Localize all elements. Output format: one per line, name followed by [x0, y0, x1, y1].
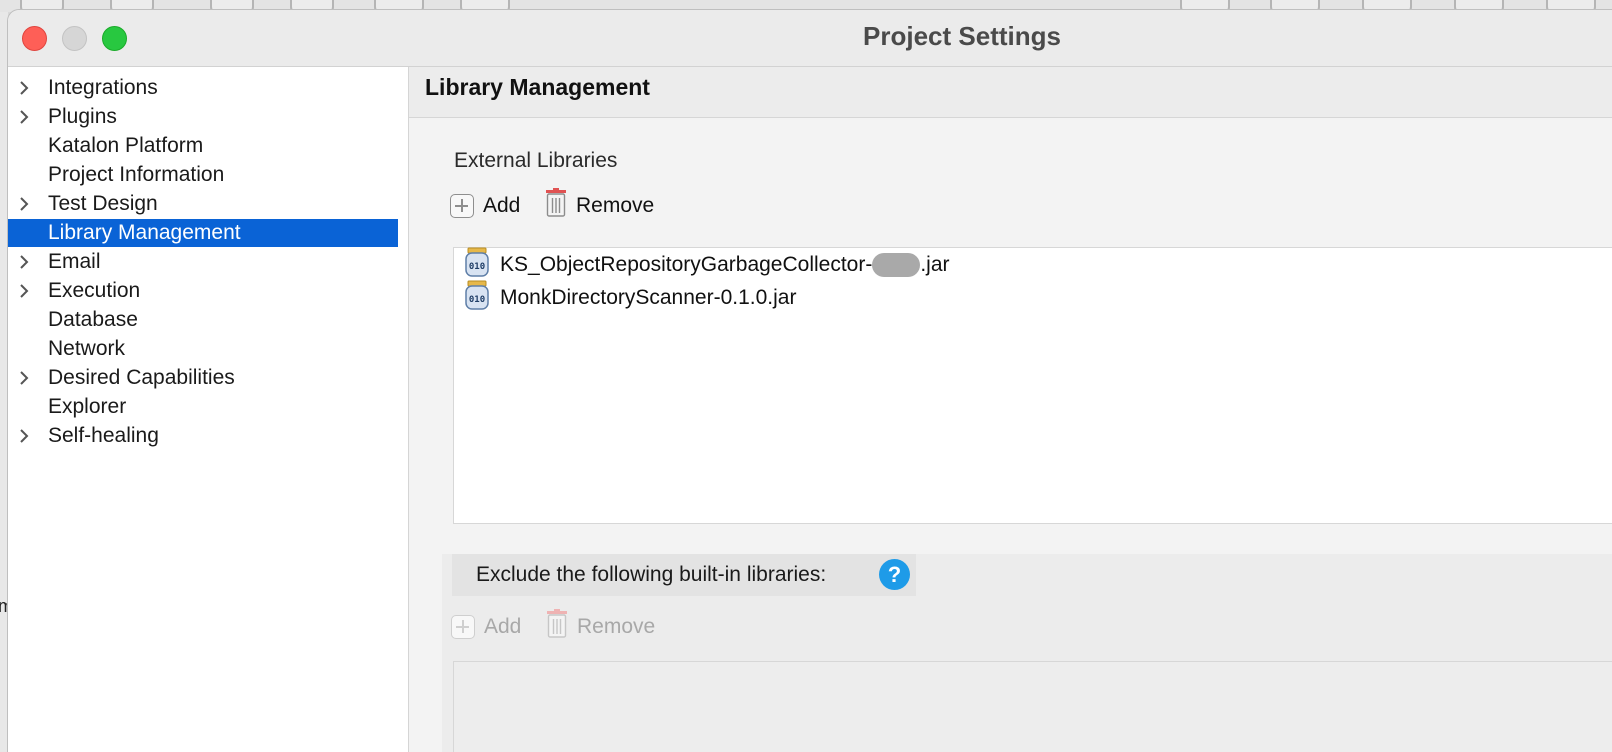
file-name: MonkDirectoryScanner-0.1.0.jar — [500, 286, 797, 309]
exclude-label-group: Exclude the following built-in libraries… — [452, 554, 916, 596]
tree-item-label: Library Management — [48, 221, 241, 244]
chevron-right-icon[interactable] — [18, 190, 34, 218]
minimize-window-button[interactable] — [62, 26, 87, 51]
remove-library-button[interactable]: Remove — [544, 188, 655, 224]
window-title: Project Settings — [863, 21, 1061, 51]
add-library-button[interactable]: Add — [450, 189, 520, 223]
tree-item-test-design[interactable]: Test Design — [8, 190, 398, 218]
add-excluded-library-button[interactable]: Add — [451, 610, 521, 644]
jar-file-icon: 010 — [464, 247, 490, 283]
chevron-right-icon[interactable] — [18, 277, 34, 305]
remove-label: Remove — [576, 194, 655, 217]
excluded-libraries-list[interactable] — [453, 661, 1612, 752]
tree-item-integrations[interactable]: Integrations — [8, 74, 398, 102]
external-libraries-list[interactable]: 010 KS_ObjectRepositoryGarbageCollector-… — [453, 247, 1612, 524]
chevron-right-icon[interactable] — [18, 74, 34, 102]
exclude-builtin-label: Exclude the following built-in libraries… — [476, 563, 827, 586]
svg-text:010: 010 — [469, 262, 485, 272]
close-window-button[interactable] — [22, 26, 47, 51]
tree-item-execution[interactable]: Execution — [8, 277, 398, 305]
tree-item-network[interactable]: Network — [8, 335, 398, 363]
exclude-builtin-section: Exclude the following built-in libraries… — [442, 554, 1612, 752]
add-icon — [450, 194, 474, 218]
add-label: Add — [483, 194, 521, 217]
tree-item-explorer[interactable]: Explorer — [8, 393, 398, 421]
tree-item-label: Katalon Platform — [48, 134, 204, 157]
tree-item-katalon-platform[interactable]: Katalon Platform — [8, 132, 398, 160]
tree-item-label: Network — [48, 337, 126, 360]
chevron-right-icon[interactable] — [18, 364, 34, 392]
tree-item-label: Test Design — [48, 192, 158, 215]
tree-item-desired-capabilities[interactable]: Desired Capabilities — [8, 364, 398, 392]
project-settings-window: Project Settings Integrations Plugins Ka… — [8, 10, 1612, 752]
chevron-right-icon[interactable] — [18, 422, 34, 450]
tree-item-label: Plugins — [48, 105, 117, 128]
tree-item-label: Explorer — [48, 395, 127, 418]
list-item[interactable]: 010 KS_ObjectRepositoryGarbageCollector-… — [464, 247, 950, 283]
trash-icon — [544, 188, 568, 224]
background-app-edge: m — [0, 12, 13, 752]
tree-item-database[interactable]: Database — [8, 306, 398, 334]
trash-icon — [545, 609, 569, 645]
tree-item-label: Email — [48, 250, 101, 273]
tree-item-plugins[interactable]: Plugins — [8, 103, 398, 131]
chevron-right-icon[interactable] — [18, 248, 34, 276]
svg-text:010: 010 — [469, 295, 485, 305]
tree-item-project-information[interactable]: Project Information — [8, 161, 398, 189]
settings-main-panel: Library Management External Libraries Ad… — [409, 67, 1612, 752]
redacted-version — [872, 253, 921, 278]
tree-item-email[interactable]: Email — [8, 248, 398, 276]
tree-item-label: Self-healing — [48, 424, 159, 447]
tree-item-label: Database — [48, 308, 138, 331]
panel-header: Library Management — [409, 67, 1612, 118]
jar-file-icon: 010 — [464, 280, 490, 316]
page-title: Library Management — [425, 74, 650, 100]
tree-item-library-management[interactable]: Library Management — [8, 219, 398, 247]
tree-item-self-healing[interactable]: Self-healing — [8, 422, 398, 450]
file-name: KS_ObjectRepositoryGarbageCollector- .jar — [500, 252, 950, 278]
add-label: Add — [484, 615, 522, 638]
tree-item-label: Desired Capabilities — [48, 366, 235, 389]
settings-tree: Integrations Plugins Katalon Platform Pr… — [8, 67, 409, 752]
zoom-window-button[interactable] — [102, 26, 127, 51]
tree-item-label: Integrations — [48, 76, 158, 99]
title-bar: Project Settings — [8, 10, 1612, 67]
tree-item-label: Execution — [48, 279, 141, 302]
external-libraries-label: External Libraries — [454, 149, 618, 172]
tree-item-label: Project Information — [48, 163, 225, 186]
remove-label: Remove — [577, 615, 656, 638]
help-icon[interactable]: ? — [879, 559, 910, 590]
list-item[interactable]: 010 MonkDirectoryScanner-0.1.0.jar — [464, 280, 797, 316]
add-icon — [451, 615, 475, 639]
remove-excluded-library-button[interactable]: Remove — [545, 609, 656, 645]
chevron-right-icon[interactable] — [18, 103, 34, 131]
